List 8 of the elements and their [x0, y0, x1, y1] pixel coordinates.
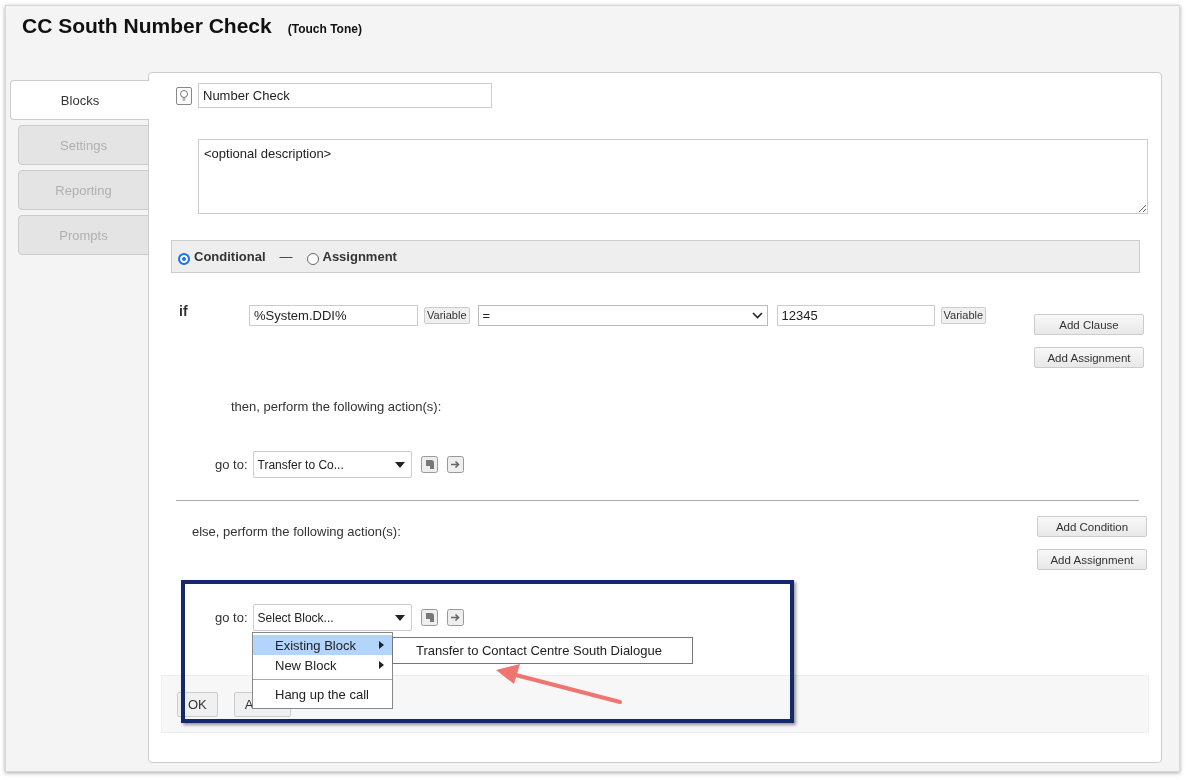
- page-title: CC South Number Check: [22, 14, 272, 38]
- goto-label: go to:: [215, 610, 248, 625]
- then-label: then, perform the following action(s):: [231, 399, 443, 414]
- if-keyword: if: [179, 303, 189, 321]
- mode-separator: —: [279, 249, 293, 264]
- else-label: else, perform the following action(s):: [192, 524, 401, 541]
- page-subtitle: (Touch Tone): [287, 22, 362, 36]
- goto-label: go to:: [215, 457, 248, 472]
